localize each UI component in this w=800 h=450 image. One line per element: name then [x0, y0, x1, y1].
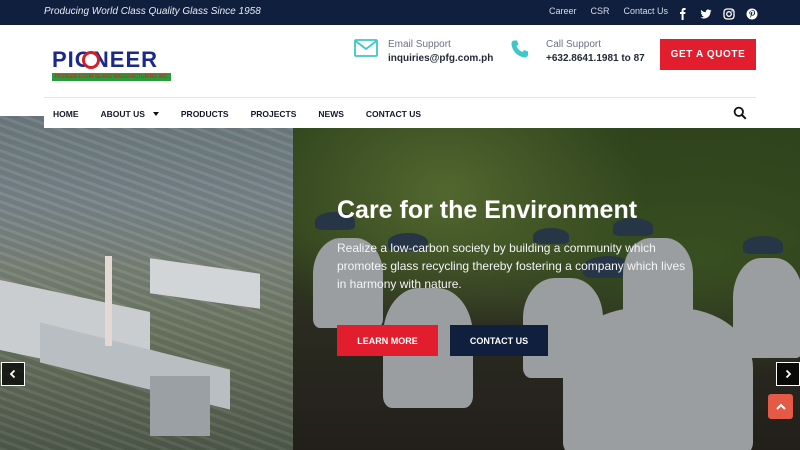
top-links: Career CSR Contact Us [549, 6, 668, 16]
nav-item-about-us[interactable]: ABOUT US [101, 109, 159, 119]
hero-slider: Care for the Environment Realize a low-c… [0, 116, 800, 450]
logo-text: PIONEER [52, 47, 159, 72]
aerial-factory-image [0, 116, 293, 450]
envelope-icon [354, 39, 378, 57]
main-nav: HOME ABOUT US PRODUCTS PROJECTS NEWS CON… [44, 97, 756, 128]
email-support-label: Email Support [388, 39, 451, 50]
search-icon[interactable] [733, 106, 747, 120]
nav-item-products[interactable]: PRODUCTS [181, 109, 229, 119]
logo-emblem-icon [82, 51, 100, 69]
phone-icon [511, 40, 528, 58]
top-link-csr[interactable]: CSR [591, 6, 610, 16]
hero-title: Care for the Environment [337, 196, 638, 224]
nav-item-home[interactable]: HOME [53, 109, 79, 119]
slider-next-button[interactable] [776, 362, 800, 386]
tagline: Producing World Class Quality Glass Sinc… [44, 6, 261, 17]
logo-subtext: PIONEER FLOAT GLASS MANUFACTURING INC. [52, 73, 171, 81]
email-support-value[interactable]: inquiries@pfg.com.ph [388, 53, 493, 64]
social-links [677, 7, 758, 20]
caret-down-icon [152, 112, 159, 116]
chevron-right-icon [785, 369, 792, 379]
email-support: Email Support inquiries@pfg.com.ph [354, 39, 493, 64]
pinterest-icon[interactable] [746, 7, 758, 20]
call-support: Call Support +632.8641.1981 to 87 [510, 39, 645, 64]
slider-prev-button[interactable] [1, 362, 25, 386]
back-to-top-button[interactable] [768, 394, 793, 419]
top-link-career[interactable]: Career [549, 6, 577, 16]
chevron-left-icon [9, 369, 16, 379]
nav-item-news[interactable]: NEWS [318, 109, 344, 119]
facebook-icon[interactable] [677, 7, 689, 20]
top-link-contact-us[interactable]: Contact Us [624, 6, 669, 16]
call-support-label: Call Support [546, 39, 602, 50]
nav-item-contact-us[interactable]: CONTACT US [366, 109, 421, 119]
instagram-icon[interactable] [723, 7, 735, 20]
hero-text: Realize a low-carbon society by building… [337, 241, 686, 291]
twitter-icon[interactable] [700, 7, 712, 19]
site-header: PIONEER PIONEER FLOAT GLASS MANUFACTURIN… [0, 25, 800, 97]
call-support-value[interactable]: +632.8641.1981 to 87 [546, 53, 645, 64]
top-bar: Producing World Class Quality Glass Sinc… [0, 0, 800, 25]
chevron-up-icon [775, 403, 786, 410]
get-a-quote-button[interactable]: GET A QUOTE [660, 39, 756, 70]
learn-more-button[interactable]: LEARN MORE [337, 325, 438, 356]
pioneer-logo[interactable]: PIONEER PIONEER FLOAT GLASS MANUFACTURIN… [52, 49, 172, 83]
nav-item-projects[interactable]: PROJECTS [251, 109, 297, 119]
contact-us-button[interactable]: CONTACT US [450, 325, 548, 356]
